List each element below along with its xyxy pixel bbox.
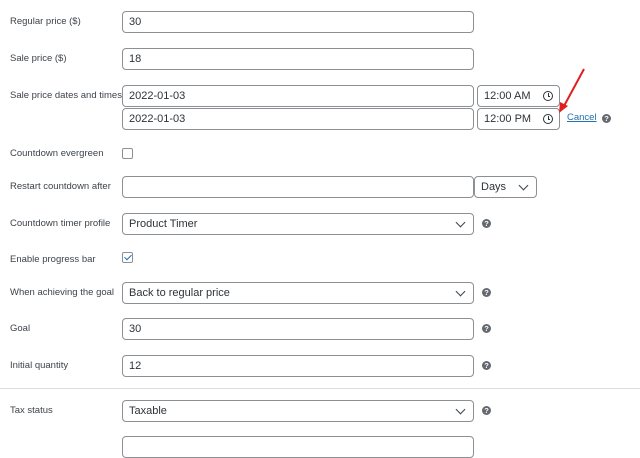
sale-date-from-input[interactable]: 2022-01-03	[122, 85, 474, 107]
tax-status-value: Taxable	[129, 405, 167, 417]
sale-time-from-input[interactable]: 12:00 AM	[477, 85, 560, 107]
sale-price-label: Sale price ($)	[10, 53, 67, 64]
countdown-evergreen-label: Countdown evergreen	[10, 148, 104, 159]
timer-profile-select[interactable]: Product Timer	[122, 213, 474, 235]
achieving-goal-select[interactable]: Back to regular price	[122, 282, 474, 304]
tax-status-select[interactable]: Taxable	[122, 400, 474, 422]
clock-icon[interactable]	[543, 91, 553, 101]
timer-profile-label: Countdown timer profile	[10, 218, 111, 229]
sale-time-to-value: 12:00 PM	[484, 113, 532, 125]
countdown-evergreen-checkbox[interactable]	[122, 148, 133, 159]
checkmark-icon	[124, 252, 132, 261]
help-icon: ?	[482, 219, 491, 228]
goal-label: Goal	[10, 323, 31, 334]
arrow-head	[559, 102, 568, 113]
enable-progress-bar-checkbox[interactable]	[122, 252, 133, 263]
help-icon: ?	[482, 324, 491, 333]
initial-quantity-input[interactable]: 12	[122, 355, 474, 377]
achieving-goal-label: When achieving the goal	[10, 287, 115, 298]
initial-quantity-label: Initial quantity	[10, 360, 69, 371]
goal-input[interactable]: 30	[122, 318, 474, 340]
restart-unit-select[interactable]: Days	[474, 176, 537, 198]
sale-price-input[interactable]: 18	[122, 48, 474, 70]
help-icon: ?	[482, 361, 491, 370]
help-icon: ?	[482, 406, 491, 415]
sale-dates-label: Sale price dates and times	[10, 90, 122, 101]
enable-progress-bar-label: Enable progress bar	[10, 254, 96, 265]
chevron-down-icon	[455, 404, 466, 414]
regular-price-input[interactable]: 30	[122, 11, 474, 33]
sale-date-from-value: 2022-01-03	[129, 90, 186, 102]
clock-icon[interactable]	[543, 114, 553, 124]
restart-unit-value: Days	[481, 181, 507, 193]
initial-quantity-value: 12	[129, 360, 142, 372]
timer-profile-value: Product Timer	[129, 218, 198, 230]
chevron-down-icon	[518, 180, 529, 190]
restart-countdown-input[interactable]	[122, 176, 474, 198]
chevron-down-icon	[455, 217, 466, 227]
chevron-down-icon	[455, 286, 466, 296]
sale-time-from-value: 12:00 AM	[484, 90, 531, 102]
regular-price-value: 30	[129, 16, 142, 28]
achieving-goal-value: Back to regular price	[129, 287, 230, 299]
arrow-shaft	[563, 68, 585, 107]
help-icon: ?	[602, 114, 611, 123]
sale-date-to-input[interactable]: 2022-01-03	[122, 108, 474, 130]
tax-class-select[interactable]	[122, 436, 474, 458]
sale-time-to-input[interactable]: 12:00 PM	[477, 108, 560, 130]
red-arrow-annotation	[559, 68, 585, 113]
regular-price-label: Regular price ($)	[10, 16, 81, 27]
sale-price-value: 18	[129, 53, 142, 65]
tax-status-label: Tax status	[10, 405, 53, 416]
restart-countdown-label: Restart countdown after	[10, 181, 111, 192]
help-icon: ?	[482, 288, 491, 297]
section-divider	[0, 388, 640, 389]
sale-date-to-value: 2022-01-03	[129, 113, 186, 125]
goal-value: 30	[129, 323, 142, 335]
